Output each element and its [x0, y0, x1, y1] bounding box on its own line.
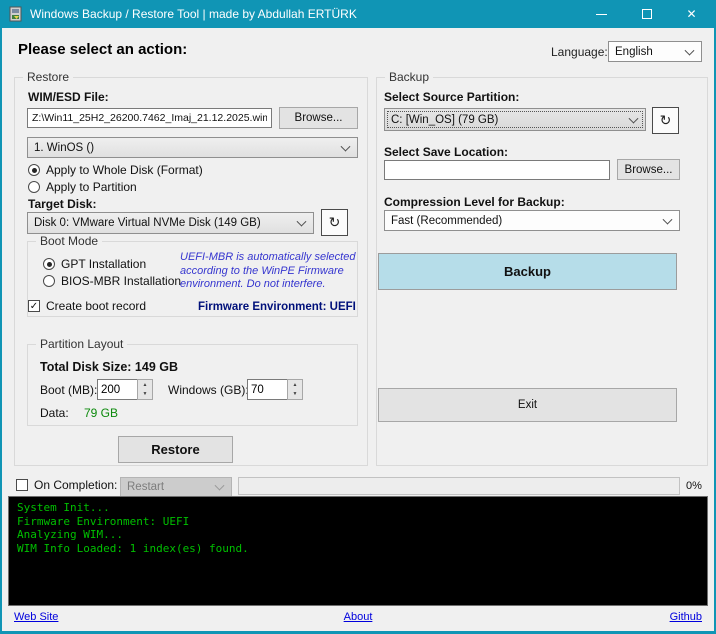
- chevron-down-icon: [297, 217, 307, 227]
- log-line: Firmware Environment: UEFI: [17, 515, 707, 529]
- chevron-down-icon: [629, 113, 639, 123]
- radio-dot-icon: [43, 258, 55, 270]
- image-index-value: 1. WinOS (): [34, 142, 94, 154]
- progress-bar: [238, 477, 680, 495]
- source-partition-value: C: [Win_OS] (79 GB): [391, 114, 498, 126]
- wim-browse-button[interactable]: Browse...: [279, 107, 358, 129]
- compression-label: Compression Level for Backup:: [384, 195, 565, 209]
- log-line: WIM Info Loaded: 1 index(es) found.: [17, 542, 707, 556]
- radio-apply-partition[interactable]: Apply to Partition: [28, 180, 137, 194]
- data-label: Data:: [40, 406, 69, 420]
- target-disk-label: Target Disk:: [28, 197, 96, 211]
- radio-whole-disk-label: Apply to Whole Disk (Format): [46, 163, 203, 177]
- save-location-label: Select Save Location:: [384, 145, 508, 159]
- refresh-disks-button[interactable]: ↻: [321, 209, 348, 236]
- boot-mb-input[interactable]: [97, 379, 137, 400]
- window-border-left: [0, 0, 2, 634]
- app-window: Windows Backup / Restore Tool | made by …: [0, 0, 716, 634]
- radio-gpt-label: GPT Installation: [61, 257, 146, 271]
- boot-mb-label: Boot (MB):: [40, 383, 97, 397]
- minimize-icon: [596, 14, 607, 15]
- on-completion-value: Restart: [127, 481, 164, 493]
- windows-gb-stepper[interactable]: ▲ ▼: [247, 379, 303, 400]
- stepper-up-icon[interactable]: ▲: [288, 380, 302, 390]
- radio-gpt[interactable]: GPT Installation: [43, 257, 146, 271]
- compression-select[interactable]: Fast (Recommended): [384, 210, 680, 231]
- stepper-up-icon[interactable]: ▲: [138, 380, 152, 390]
- checkbox-unchecked-icon: [16, 479, 28, 491]
- radio-whole-disk[interactable]: Apply to Whole Disk (Format): [28, 163, 203, 177]
- close-icon: ✕: [686, 7, 696, 21]
- boot-mode-group-label: Boot Mode: [36, 234, 102, 248]
- radio-dot-icon: [28, 164, 40, 176]
- radio-dot-icon: [43, 275, 55, 287]
- github-link[interactable]: Github: [670, 611, 702, 623]
- create-boot-record-checkbox[interactable]: ✓ Create boot record: [28, 299, 146, 313]
- restore-button[interactable]: Restore: [118, 436, 233, 463]
- wim-file-label: WIM/ESD File:: [28, 90, 109, 104]
- save-location-input[interactable]: [384, 160, 610, 180]
- chevron-down-icon: [685, 45, 695, 55]
- page-title: Please select an action:: [18, 41, 187, 58]
- log-line: System Init...: [17, 501, 707, 515]
- progress-percent: 0%: [686, 480, 702, 492]
- windows-gb-input[interactable]: [247, 379, 287, 400]
- partition-layout-group-label: Partition Layout: [36, 337, 127, 351]
- firmware-environment-text: Firmware Environment: UEFI: [198, 301, 356, 313]
- boot-mode-note: UEFI-MBR is automatically selected accor…: [180, 251, 358, 292]
- save-browse-button[interactable]: Browse...: [617, 159, 680, 180]
- boot-mb-stepper[interactable]: ▲ ▼: [97, 379, 153, 400]
- windows-gb-label: Windows (GB):: [168, 383, 249, 397]
- refresh-icon: ↻: [329, 214, 341, 231]
- target-disk-value: Disk 0: VMware Virtual NVMe Disk (149 GB…: [34, 217, 261, 229]
- on-completion-label: On Completion:: [34, 478, 117, 492]
- chevron-down-icon: [341, 141, 351, 151]
- minimize-button[interactable]: [579, 0, 624, 28]
- chevron-down-icon: [215, 481, 225, 491]
- log-console[interactable]: System Init... Firmware Environment: UEF…: [8, 496, 708, 606]
- radio-bios-mbr[interactable]: BIOS-MBR Installation: [43, 274, 181, 288]
- log-line: Analyzing WIM...: [17, 528, 707, 542]
- backup-button[interactable]: Backup: [378, 253, 677, 290]
- language-value: English: [615, 46, 653, 58]
- chevron-down-icon: [663, 214, 673, 224]
- source-partition-label: Select Source Partition:: [384, 90, 519, 104]
- data-size-value: 79 GB: [84, 406, 118, 420]
- close-button[interactable]: ✕: [669, 0, 714, 28]
- titlebar[interactable]: Windows Backup / Restore Tool | made by …: [0, 0, 716, 28]
- wim-file-input[interactable]: [27, 108, 272, 128]
- stepper-down-icon[interactable]: ▼: [138, 390, 152, 400]
- radio-bios-mbr-label: BIOS-MBR Installation: [61, 274, 181, 288]
- maximize-icon: [642, 9, 652, 19]
- refresh-partitions-button[interactable]: ↻: [652, 107, 679, 134]
- stepper-down-icon[interactable]: ▼: [288, 390, 302, 400]
- maximize-button[interactable]: [624, 0, 669, 28]
- on-completion-select[interactable]: Restart: [120, 477, 232, 497]
- restore-group-label: Restore: [23, 70, 73, 84]
- radio-apply-partition-label: Apply to Partition: [46, 180, 137, 194]
- compression-value: Fast (Recommended): [391, 215, 502, 227]
- website-link[interactable]: Web Site: [14, 611, 58, 623]
- checkbox-checked-icon: ✓: [28, 300, 40, 312]
- source-partition-select[interactable]: C: [Win_OS] (79 GB): [384, 108, 646, 131]
- on-completion-checkbox[interactable]: On Completion:: [16, 478, 117, 492]
- window-title: Windows Backup / Restore Tool | made by …: [30, 7, 357, 21]
- language-select[interactable]: English: [608, 41, 702, 62]
- target-disk-select[interactable]: Disk 0: VMware Virtual NVMe Disk (149 GB…: [27, 212, 314, 234]
- language-label: Language:: [551, 45, 608, 59]
- create-boot-record-label: Create boot record: [46, 299, 146, 313]
- about-link[interactable]: About: [344, 611, 373, 623]
- app-icon: [8, 6, 24, 22]
- radio-dot-icon: [28, 181, 40, 193]
- exit-button[interactable]: Exit: [378, 388, 677, 422]
- refresh-icon: ↻: [660, 112, 672, 129]
- image-index-select[interactable]: 1. WinOS (): [27, 137, 358, 158]
- backup-group-label: Backup: [385, 70, 433, 84]
- total-disk-size-text: Total Disk Size: 149 GB: [40, 360, 178, 374]
